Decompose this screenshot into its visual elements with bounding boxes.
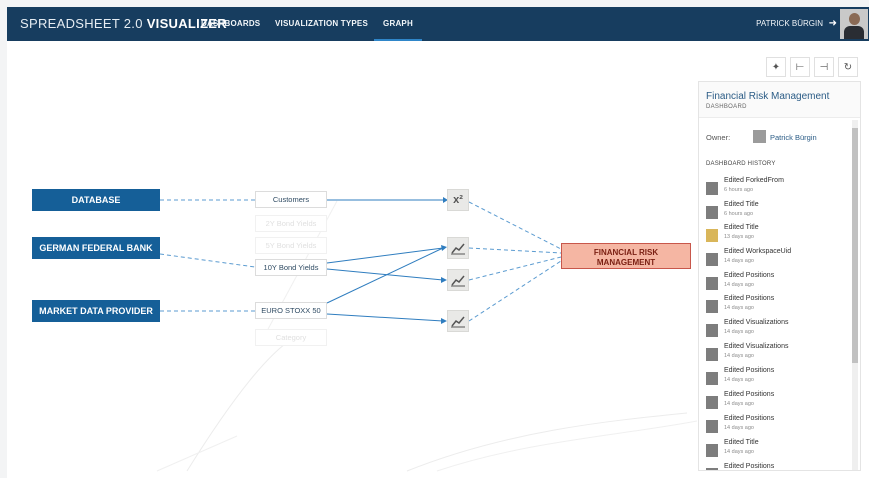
layout-vertical-icon[interactable]: ⊣ [814, 57, 834, 77]
panel-title[interactable]: Financial Risk Management [706, 91, 829, 102]
history-time: 14 days ago [724, 282, 754, 288]
history-item[interactable]: Edited Positions 14 days ago [706, 415, 848, 439]
avatar [706, 229, 718, 242]
column-euro-stoxx-50[interactable]: EURO STOXX 50 [255, 302, 327, 319]
history-title: Edited ForkedFrom [724, 177, 784, 184]
avatar [706, 324, 718, 337]
operator-chart-3[interactable] [447, 310, 469, 332]
user-avatar[interactable] [840, 9, 868, 39]
history-item[interactable]: Edited Positions 14 days ago [706, 367, 848, 391]
column-2y-bond-yields[interactable]: 2Y Bond Yields [255, 215, 327, 232]
history-item[interactable]: Edited Title 14 days ago [706, 439, 848, 463]
panel-scrollbar[interactable] [852, 120, 858, 470]
avatar [706, 468, 718, 470]
target-line-2: MANAGEMENT [596, 258, 656, 267]
history-item[interactable]: Edited Visualizations 14 days ago [706, 343, 848, 367]
history-time: 14 days ago [724, 377, 754, 383]
avatar [706, 372, 718, 385]
avatar [706, 444, 718, 457]
target-line-1: FINANCIAL RISK [593, 248, 659, 257]
source-database[interactable]: DATABASE [32, 189, 160, 211]
operator-square[interactable]: x² [447, 189, 469, 211]
history-item[interactable]: Edited Positions 14 days ago [706, 295, 848, 319]
history-time: 14 days ago [724, 353, 754, 359]
history-title: Edited Title [724, 201, 759, 208]
history-title: Edited Title [724, 439, 759, 446]
source-german-federal-bank[interactable]: GERMAN FEDERAL BANK [32, 237, 160, 259]
line-chart-icon [451, 243, 465, 255]
avatar [706, 420, 718, 433]
history-time: 14 days ago [724, 425, 754, 431]
user-name[interactable]: PATRICK BÜRGIN [756, 7, 823, 41]
history-title: Edited Positions [724, 367, 775, 374]
column-5y-bond-yields[interactable]: 5Y Bond Yields [255, 237, 327, 254]
history-title: Edited Positions [724, 463, 775, 470]
history-item[interactable]: Edited Visualizations 14 days ago [706, 319, 848, 343]
owner-name[interactable]: Patrick Bürgin [770, 133, 817, 142]
top-navigation-bar: SPREADSHEET 2.0 VISUALIZER DASHBOARDS VI… [7, 7, 869, 41]
history-title: Edited Positions [724, 295, 775, 302]
history-title: Edited Visualizations [724, 319, 789, 326]
dashboard-info-panel: Financial Risk Management DASHBOARD Owne… [698, 81, 861, 471]
avatar [706, 182, 718, 195]
app-brand[interactable]: SPREADSHEET 2.0 VISUALIZER [20, 16, 227, 31]
history-item[interactable]: Edited WorkspaceUid 14 days ago [706, 248, 848, 272]
layout-horizontal-icon[interactable]: ⊢ [790, 57, 810, 77]
history-title: Edited Visualizations [724, 343, 789, 350]
history-item[interactable]: Edited ForkedFrom 6 hours ago [706, 177, 848, 201]
avatar [706, 277, 718, 290]
panel-header: Financial Risk Management DASHBOARD [699, 82, 860, 118]
nav-dashboards[interactable]: DASHBOARDS [201, 7, 260, 41]
history-time: 14 days ago [724, 258, 754, 264]
operator-chart-2[interactable] [447, 269, 469, 291]
column-category[interactable]: Category [255, 329, 327, 346]
line-chart-icon [451, 275, 465, 287]
panel-subtitle: DASHBOARD [706, 104, 747, 110]
brand-light-text: SPREADSHEET 2.0 [20, 16, 143, 31]
avatar [706, 206, 718, 219]
history-title: Edited Positions [724, 415, 775, 422]
history-label: DASHBOARD HISTORY [706, 161, 776, 167]
history-item[interactable]: Edited Title 6 hours ago [706, 201, 848, 225]
logout-arrow-icon[interactable]: ➜ [829, 7, 837, 41]
refresh-icon[interactable]: ↻ [838, 57, 858, 77]
source-market-data-provider[interactable]: MARKET DATA PROVIDER [32, 300, 160, 322]
line-chart-icon [451, 316, 465, 328]
history-time: 14 days ago [724, 449, 754, 455]
operator-chart-1[interactable] [447, 237, 469, 259]
nav-graph[interactable]: GRAPH [374, 7, 422, 41]
history-time: 6 hours ago [724, 211, 754, 217]
history-time: 14 days ago [724, 305, 754, 311]
history-title: Edited Positions [724, 272, 775, 279]
history-title: Edited Positions [724, 391, 775, 398]
history-time: 13 days ago [724, 234, 754, 240]
square-operator-label: x² [453, 194, 463, 206]
owner-avatar [753, 130, 766, 143]
history-time: 6 hours ago [724, 187, 754, 193]
column-10y-bond-yields[interactable]: 10Y Bond Yields [255, 259, 327, 276]
history-time: 14 days ago [724, 329, 754, 335]
avatar [706, 396, 718, 409]
history-title: Edited WorkspaceUid [724, 248, 792, 255]
avatar [706, 300, 718, 313]
history-title: Edited Title [724, 224, 759, 231]
target-financial-risk-management[interactable]: FINANCIAL RISK MANAGEMENT [561, 243, 691, 269]
nav-visualization-types[interactable]: VISUALIZATION TYPES [275, 7, 368, 41]
app-frame: SPREADSHEET 2.0 VISUALIZER DASHBOARDS VI… [0, 0, 869, 478]
graph-canvas[interactable]: ✦ ⊢ ⊣ ↻ DATABASE GERMAN FEDERAL BANK MAR… [7, 41, 869, 478]
avatar [706, 348, 718, 361]
owner-label: Owner: [706, 133, 731, 142]
column-customers[interactable]: Customers [255, 191, 327, 208]
history-item[interactable]: Edited Positions [706, 463, 848, 470]
history-item[interactable]: Edited Positions 14 days ago [706, 272, 848, 296]
crosshair-icon[interactable]: ✦ [766, 57, 786, 77]
history-time: 14 days ago [724, 401, 754, 407]
scrollbar-thumb[interactable] [852, 128, 858, 363]
history-item[interactable]: Edited Title 13 days ago [706, 224, 848, 248]
history-item[interactable]: Edited Positions 14 days ago [706, 391, 848, 415]
avatar [706, 253, 718, 266]
